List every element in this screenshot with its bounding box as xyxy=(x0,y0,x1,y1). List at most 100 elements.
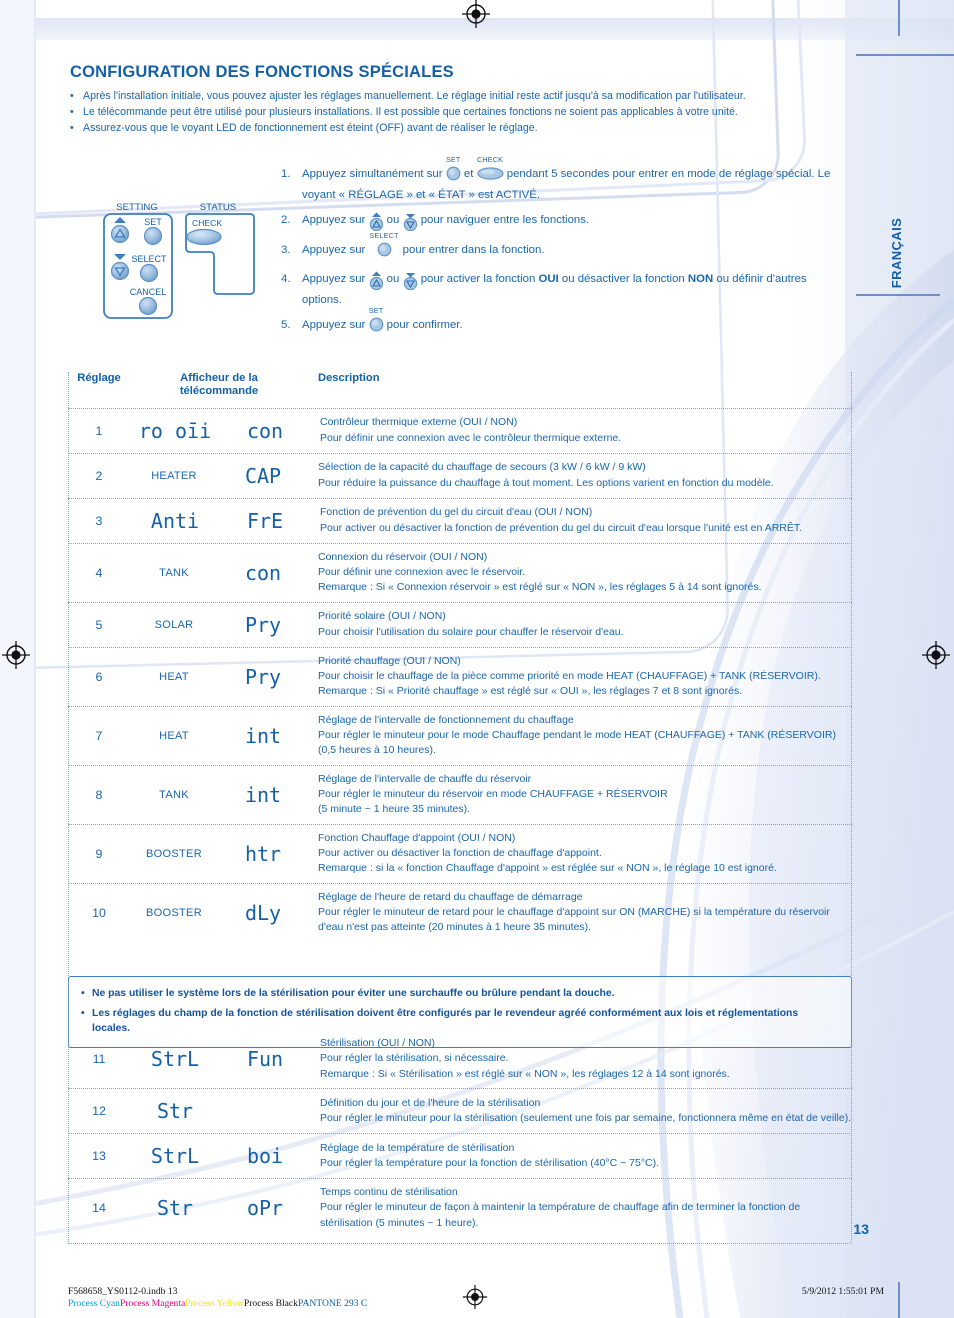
row-setting-number: 12 xyxy=(92,1103,106,1118)
row-setting-number: 2 xyxy=(95,468,103,483)
row-description-cell: Stérilisation (OUI / NON) Pour régler la … xyxy=(310,1036,852,1082)
column-header-display-line2: télécommande xyxy=(179,384,259,397)
row-description-cell: Sélection de la capacité du chauffage de… xyxy=(308,460,852,491)
row-display-cell: HEATER CAP xyxy=(130,464,308,488)
warning-bullet-text: Ne pas utiliser le système lors de la st… xyxy=(92,988,615,999)
step-bold-oui: OUI xyxy=(538,273,559,286)
bullet-dot-icon: • xyxy=(70,122,74,135)
table-row: 14 Str oPr Temps continu de stérilisation Po… xyxy=(68,1179,852,1237)
setting-panel-label: SETTING xyxy=(116,202,158,213)
step-text: Appuyez simultanément sur xyxy=(302,168,443,180)
intro-bullet: • Assurez-vous que le voyant LED de fonc… xyxy=(70,120,850,136)
step-item-1: 1. Appuyez simultanément sur SET et CHEC… xyxy=(281,155,841,203)
page-edge-right-rule xyxy=(856,54,954,56)
row-description-line: Pour régler le minuteur de façon à maint… xyxy=(320,1201,801,1229)
row-description-cell: Fonction de prévention du gel du circuit… xyxy=(310,505,852,536)
down-button xyxy=(110,261,130,281)
row-description-line: Pour choisir l'utilisation du solaire po… xyxy=(318,625,624,638)
row-setting-number: 8 xyxy=(95,787,103,802)
registration-mark-left xyxy=(1,640,31,670)
row-description-line: Pour régler le minuteur pour le mode Cha… xyxy=(318,729,836,757)
row-display-cell: Anti FrE xyxy=(130,509,310,533)
step-item-4: 4. Appuyez sur ou pour activer la foncti… xyxy=(281,271,841,308)
step-text: ou xyxy=(386,214,400,227)
check-button-label: CHECK xyxy=(192,218,222,228)
language-tab: FRANÇAIS xyxy=(856,196,940,312)
row-display-lcd-secondary: int xyxy=(244,723,282,748)
row-display-word: BOOSTER xyxy=(146,906,202,919)
step-text: Appuyez sur xyxy=(302,243,366,256)
step-body: Appuyez sur ou pour naviguer entre les f… xyxy=(302,212,841,233)
column-header-setting: Réglage xyxy=(77,372,121,384)
row-setting-number: 4 xyxy=(95,565,103,580)
row-description-line: Priorité solaire (OUI / NON) xyxy=(318,610,446,623)
row-display-cell: HEAT Pry xyxy=(130,665,308,689)
table-row: 1 ro oīi con Contrôleur thermique externe (… xyxy=(68,409,852,453)
row-description-line: Pour choisir le chauffage de la pièce co… xyxy=(318,670,821,683)
row-setting-number: 5 xyxy=(95,617,103,632)
page-edge-footer-rule xyxy=(898,1282,900,1318)
swatch-pantone-293c: PANTONE 293 C xyxy=(297,1298,368,1309)
table-row: 9 BOOSTER htr Fonction Chauffage d'appoint … xyxy=(68,825,852,883)
select-button-glyph: SELECT xyxy=(369,231,398,263)
row-display-word: HEAT xyxy=(159,729,189,742)
step-number: 5. xyxy=(281,319,291,332)
set-button xyxy=(143,226,163,246)
row-description-cell: Fonction Chauffage d'appoint (OUI / NON)… xyxy=(308,831,852,877)
row-setting-number: 13 xyxy=(92,1148,106,1163)
column-header-display: Afficheur de la télécommande xyxy=(130,372,308,398)
row-display-lcd-secondary: boi xyxy=(246,1143,284,1168)
language-tab-rule xyxy=(856,294,940,296)
step-text: Appuyez sur xyxy=(302,319,366,332)
row-setting-number: 10 xyxy=(92,905,106,920)
row-display-cell: BOOSTER htr xyxy=(130,842,308,866)
bullet-dot-icon: • xyxy=(81,988,85,999)
page-number: 13 xyxy=(853,1221,869,1237)
step-text: Appuyez sur xyxy=(302,214,366,227)
row-description-line: Pour régler le minuteur de retard pour l… xyxy=(318,906,830,934)
step-body: Appuyez sur ou pour activer la fonction … xyxy=(302,271,841,308)
step-text: ou xyxy=(386,273,400,286)
row-description-line: Pour régler le minuteur pour la stérilis… xyxy=(320,1111,852,1124)
swatch-process-cyan: Process Cyan xyxy=(68,1298,120,1309)
step-item-5: 5. Appuyez sur SET pour confirmer. xyxy=(281,306,841,338)
step-text: ou désactiver la fonction xyxy=(561,273,685,286)
row-description-cell: Réglage de l'intervalle de chauffe du ré… xyxy=(308,772,852,818)
registration-mark-top xyxy=(461,0,491,29)
up-button-glyph xyxy=(369,212,384,233)
step-text: et xyxy=(463,168,474,180)
table-row: 11 StrL Fun Stérilisation (OUI / NON) Pour r… xyxy=(68,1030,852,1088)
row-description-line: Remarque : Si « Connexion réservoir » es… xyxy=(318,581,762,594)
row-description-line: Pour régler la stérilisation, si nécessa… xyxy=(320,1052,509,1065)
row-description-cell: Priorité chauffage (OUI / NON) Pour chois… xyxy=(308,654,852,700)
up-button-glyph xyxy=(369,271,384,292)
row-display-cell: HEAT int xyxy=(130,724,308,748)
sterilisation-table: 11 StrL Fun Stérilisation (OUI / NON) Pour r… xyxy=(68,1030,852,1237)
step-body: Appuyez sur SELECT pour entrer dans la f… xyxy=(302,231,841,263)
row-display-lcd-secondary: FrE xyxy=(246,508,284,533)
table-header-row: Réglage Afficheur de la télécommande Des… xyxy=(68,372,852,408)
row-display-word: BOOSTER xyxy=(146,847,202,860)
row-description-line: Pour activer ou désactiver la fonction d… xyxy=(318,847,602,860)
row-description-cell: Connexion du réservoir (OUI / NON) Pour d… xyxy=(308,550,852,596)
column-header-display-line1: Afficheur de la xyxy=(180,372,258,384)
page-edge-top-rule xyxy=(898,0,900,36)
step-number: 4. xyxy=(281,273,291,286)
check-button-caption: CHECK xyxy=(476,155,504,164)
row-description-line: Pour définir une connexion avec le contr… xyxy=(320,431,622,444)
step-item-3: 3. Appuyez sur SELECT pour entrer dans l… xyxy=(281,231,841,263)
step-body: Appuyez simultanément sur SET et CHECK p… xyxy=(302,155,841,203)
row-setting-number: 9 xyxy=(95,846,103,861)
remote-control-diagram: SETTING SET SELECT CANCEL STATUS CHECK xyxy=(96,200,276,328)
cancel-button-label: CANCEL xyxy=(130,287,167,297)
row-setting-number: 6 xyxy=(95,669,103,684)
set-button-label: SET xyxy=(144,217,162,227)
row-setting-number: 3 xyxy=(95,513,103,528)
row-description-line: Sélection de la capacité du chauffage de… xyxy=(318,461,646,474)
row-display-cell: StrL Fun xyxy=(130,1047,310,1071)
row-display-lcd-secondary: Fun xyxy=(246,1046,284,1071)
row-description-cell: Temps continu de stérilisation Pour régle… xyxy=(310,1185,852,1231)
cancel-button xyxy=(138,296,158,316)
footer-filename: F568658_YS0112-0.indb 13 xyxy=(68,1286,178,1297)
down-button-glyph xyxy=(403,212,418,233)
